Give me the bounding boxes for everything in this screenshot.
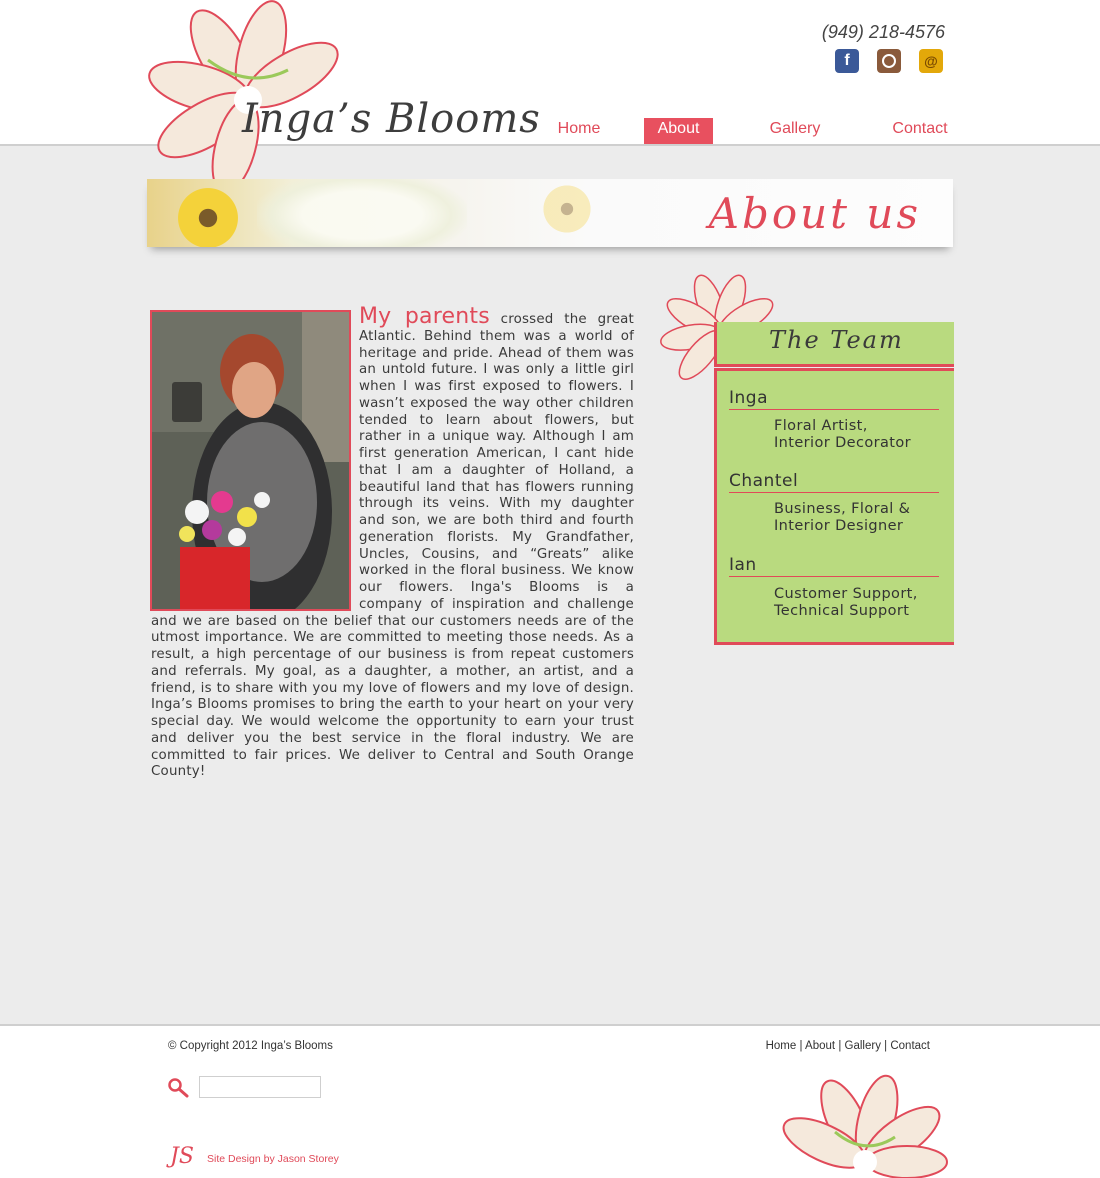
instagram-icon[interactable] (877, 49, 901, 73)
hydrangea-image (257, 179, 467, 247)
page-banner: About us (147, 179, 953, 247)
footer-link-contact[interactable]: Contact (890, 1040, 930, 1052)
team-member-name: Ian (729, 555, 939, 577)
role-line: Floral Artist, (774, 418, 868, 434)
footer-separator: | (838, 1040, 842, 1052)
footer-link-home[interactable]: Home (766, 1040, 797, 1052)
role-line: Technical Support (774, 603, 910, 619)
nav-item-home[interactable]: Home (545, 118, 613, 144)
footer-separator: | (884, 1040, 888, 1052)
nav-item-gallery[interactable]: Gallery (760, 118, 830, 144)
site-header: Inga’s Blooms (949) 218-4576 f @ Home Ab… (0, 0, 1100, 190)
team-member-name: Chantel (729, 471, 939, 493)
team-member-role: Customer Support, Technical Support (774, 586, 954, 620)
team-member-role: Business, Floral & Interior Designer (774, 501, 954, 535)
designer-logo: JS (170, 1144, 194, 1169)
phone-number: (949) 218-4576 (821, 22, 945, 42)
team-header: The Team (714, 322, 954, 367)
role-line: Customer Support, (774, 586, 918, 602)
role-line: Business, Floral & (774, 501, 911, 517)
nav-item-contact[interactable]: Contact (885, 118, 955, 144)
design-credit-link[interactable]: Site Design by Jason Storey (207, 1153, 339, 1165)
footer-flower-icon (782, 1074, 948, 1178)
logo-flower-icon (148, 0, 339, 190)
sunflower-image (173, 183, 243, 247)
site-footer: © Copyright 2012 Inga’s Blooms Home | Ab… (0, 1024, 1100, 1178)
flower-image (537, 179, 597, 239)
story-lead: My parents (359, 304, 490, 329)
footer-link-about[interactable]: About (805, 1040, 835, 1052)
search-input[interactable] (199, 1076, 321, 1098)
email-icon[interactable]: @ (919, 49, 943, 73)
main-nav: Home About Gallery Contact (0, 118, 1100, 144)
camera-lens-icon (882, 54, 896, 68)
search-icon[interactable] (167, 1077, 189, 1099)
team-list: Inga Floral Artist, Interior Decorator C… (714, 368, 954, 645)
photo-spacer (151, 306, 359, 608)
footer-separator: | (799, 1040, 803, 1052)
page-title: About us (708, 189, 921, 238)
footer-nav: Home | About | Gallery | Contact (766, 1040, 930, 1052)
team-member-role: Floral Artist, Interior Decorator (774, 418, 954, 452)
team-member-name: Inga (729, 388, 939, 410)
team-title: The Team (769, 326, 904, 354)
role-line: Interior Designer (774, 518, 904, 534)
role-line: Interior Decorator (774, 435, 911, 451)
nav-item-about[interactable]: About (644, 118, 713, 144)
about-story: My parents crossed the great Atlantic. B… (151, 306, 634, 781)
facebook-icon[interactable]: f (835, 49, 859, 73)
copyright-text: © Copyright 2012 Inga’s Blooms (168, 1040, 333, 1052)
footer-link-gallery[interactable]: Gallery (845, 1040, 881, 1052)
